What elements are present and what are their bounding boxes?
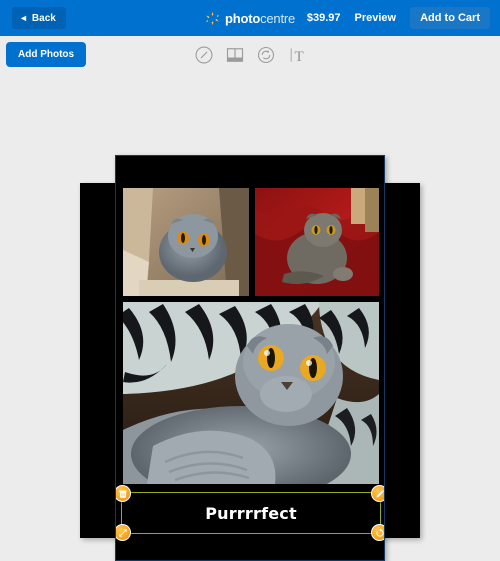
app-header: ◄ Back photocentre $39.97 Preview Add to… — [0, 0, 500, 36]
photo-cat-in-box-image — [123, 188, 249, 296]
rotate-icon[interactable] — [256, 45, 276, 65]
rotate-icon — [375, 528, 384, 537]
text-element-caption: Purrrrfect — [205, 503, 297, 523]
walmart-spark-icon — [205, 11, 219, 25]
editor-canvas: Purrrrfect — [0, 73, 500, 561]
layout-icon[interactable] — [225, 45, 245, 65]
effects-icon[interactable] — [194, 45, 214, 65]
rotate-handle[interactable] — [371, 524, 384, 541]
preview-button[interactable]: Preview — [355, 12, 397, 24]
back-button[interactable]: ◄ Back — [12, 7, 66, 29]
edit-handle[interactable] — [371, 485, 384, 502]
svg-text:T: T — [294, 48, 303, 64]
photo-cat-in-box[interactable] — [123, 188, 249, 296]
brand-name-secondary: centre — [260, 10, 296, 26]
page-front-spread[interactable]: Purrrrfect — [115, 155, 385, 561]
total-price: $39.97 — [306, 12, 341, 24]
header-actions: $39.97 Preview Add to Cart — [307, 7, 500, 29]
brand-name-primary: photo — [224, 10, 261, 26]
trash-icon — [118, 490, 127, 498]
text-element[interactable]: Purrrrfect — [116, 485, 384, 541]
left-arrow-icon: ◄ — [19, 12, 28, 23]
resize-handle[interactable] — [116, 524, 131, 541]
delete-handle[interactable] — [116, 485, 131, 502]
photo-cat-on-red-couch[interactable] — [255, 188, 379, 296]
photo-cat-on-blanket-image — [123, 302, 379, 484]
text-icon[interactable]: T — [287, 45, 307, 65]
tool-group: T — [0, 36, 500, 73]
pencil-icon — [375, 489, 384, 498]
resize-icon — [118, 528, 127, 537]
add-to-cart-button[interactable]: Add to Cart — [410, 7, 490, 29]
photo-cat-on-red-couch-image — [255, 188, 379, 296]
back-button-label: Back — [31, 12, 56, 24]
editor-toolbar: Add Photos T — [0, 36, 500, 73]
photo-cat-on-blanket[interactable] — [123, 302, 379, 484]
